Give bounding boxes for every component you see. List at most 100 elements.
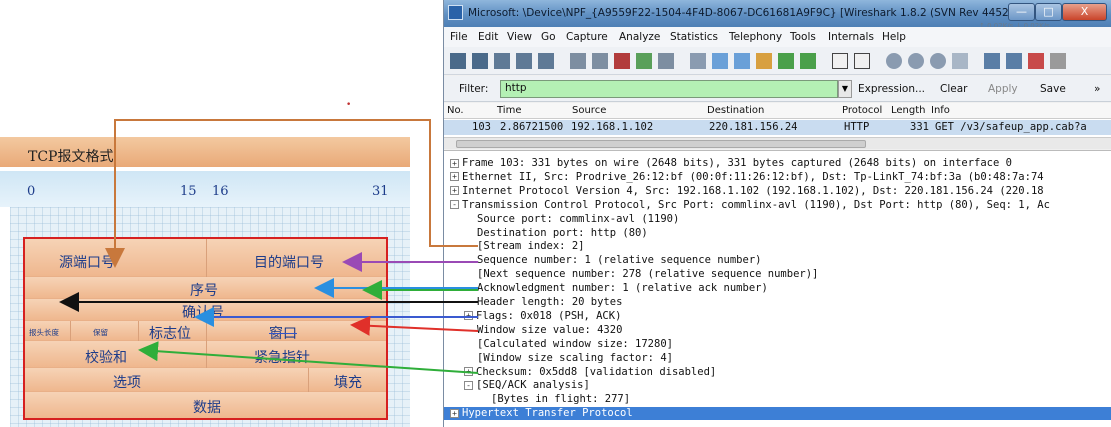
detail-line[interactable]: - [SEQ/ACK analysis]	[444, 379, 1111, 392]
field-padding: 填充	[334, 375, 362, 391]
col-header-no[interactable]: No.	[447, 105, 464, 116]
maximize-button[interactable]: □	[1035, 3, 1062, 21]
save-file-icon[interactable]	[592, 53, 608, 69]
expand-icon[interactable]: +	[464, 367, 473, 376]
open-file-icon[interactable]	[570, 53, 586, 69]
detail-line[interactable]: Acknowledgment number: 1 (relative ack n…	[444, 282, 1111, 295]
packet-destination: 220.181.156.24	[709, 121, 798, 133]
expand-icon[interactable]: +	[450, 172, 459, 182]
last-packet-icon[interactable]	[800, 53, 816, 69]
detail-line[interactable]: [Bytes in flight: 277]	[444, 393, 1111, 406]
detail-line[interactable]: + Frame 103: 331 bytes on wire (2648 bits…	[444, 157, 1111, 170]
filter-dropdown-button[interactable]: ▼	[838, 80, 852, 98]
first-packet-icon[interactable]	[778, 53, 794, 69]
detail-text: Window size value: 4320	[477, 323, 623, 336]
close-button[interactable]: X	[1062, 3, 1107, 21]
detail-line[interactable]: + Ethernet II, Src: Prodrive_26:12:bf (00…	[444, 171, 1111, 184]
collapse-icon[interactable]: -	[464, 380, 473, 390]
options-icon[interactable]	[472, 53, 488, 69]
menu-capture[interactable]: Capture	[566, 31, 608, 43]
menu-go[interactable]: Go	[541, 31, 556, 43]
detail-line[interactable]: [Window size scaling factor: 4]	[444, 352, 1111, 365]
restart-capture-icon[interactable]	[538, 53, 554, 69]
zoom-in-icon[interactable]	[886, 53, 902, 69]
col-header-source[interactable]: Source	[572, 105, 606, 116]
menu-statistics[interactable]: Statistics	[670, 31, 718, 43]
field-source-port: 源端口号	[59, 255, 115, 271]
detail-line[interactable]: Header length: 20 bytes	[444, 296, 1111, 309]
detail-line[interactable]: + Checksum: 0x5dd8 [validation disabled]	[444, 366, 1111, 379]
expand-icon[interactable]: +	[450, 158, 459, 168]
detail-line[interactable]: Sequence number: 1 (relative sequence nu…	[444, 254, 1111, 267]
col-header-protocol[interactable]: Protocol	[842, 105, 882, 116]
window-titlebar[interactable]: Microsoft: \Device\NPF_{A9559F22-1504-4F…	[444, 0, 1111, 30]
forward-icon[interactable]	[734, 53, 750, 69]
packet-length: 331	[910, 121, 929, 133]
expand-icon[interactable]: +	[450, 408, 459, 418]
stop-capture-icon[interactable]	[516, 53, 532, 69]
col-header-time[interactable]: Time	[497, 105, 521, 116]
divider	[206, 321, 207, 341]
resize-columns-icon[interactable]	[952, 53, 968, 69]
find-icon[interactable]	[690, 53, 706, 69]
detail-line[interactable]: + Flags: 0x018 (PSH, ACK)	[444, 310, 1111, 323]
apply-button[interactable]: Apply	[988, 83, 1018, 95]
auto-scroll-icon[interactable]	[854, 53, 870, 69]
clear-button[interactable]: Clear	[940, 83, 967, 95]
col-header-info[interactable]: Info	[931, 105, 950, 116]
scrollbar-thumb[interactable]	[456, 140, 866, 148]
divider	[206, 239, 207, 277]
menu-help[interactable]: Help	[882, 31, 906, 43]
detail-line[interactable]: + Hypertext Transfer Protocol	[444, 407, 1111, 421]
expand-icon[interactable]: +	[450, 186, 459, 196]
start-capture-icon[interactable]	[494, 53, 510, 69]
detail-text: Source port: commlinx-avl (1190)	[477, 212, 680, 225]
minimize-button[interactable]: —	[1008, 3, 1035, 21]
detail-text: Sequence number: 1 (relative sequence nu…	[477, 254, 762, 267]
reload-icon[interactable]	[636, 53, 652, 69]
packet-list-scrollbar[interactable]	[444, 137, 1111, 149]
packet-list-header: No. Time Source Destination Protocol Len…	[444, 103, 1111, 119]
col-header-length[interactable]: Length	[891, 105, 926, 116]
divider	[70, 321, 71, 341]
interfaces-icon[interactable]	[450, 53, 466, 69]
display-filters-icon[interactable]	[1006, 53, 1022, 69]
coloring-rules-icon[interactable]	[1028, 53, 1044, 69]
expression-button[interactable]: Expression...	[858, 83, 925, 95]
packet-row[interactable]: 103 2.86721500 192.168.1.102 220.181.156…	[444, 120, 1111, 135]
back-icon[interactable]	[712, 53, 728, 69]
display-filter-input[interactable]: http	[500, 80, 838, 98]
zoom-normal-icon[interactable]	[930, 53, 946, 69]
detail-text: Frame 103: 331 bytes on wire (2648 bits)…	[462, 157, 1012, 169]
detail-line[interactable]: Destination port: http (80)	[444, 227, 1111, 240]
col-header-destination[interactable]: Destination	[707, 105, 764, 116]
menu-view[interactable]: View	[507, 31, 532, 43]
zoom-out-icon[interactable]	[908, 53, 924, 69]
detail-line[interactable]: [Stream index: 2]	[444, 240, 1111, 253]
menu-analyze[interactable]: Analyze	[619, 31, 660, 43]
menu-internals[interactable]: Internals	[828, 31, 874, 43]
detail-line[interactable]: - Transmission Control Protocol, Src Port…	[444, 199, 1111, 212]
detail-line[interactable]: + Internet Protocol Version 4, Src: 192.1…	[444, 185, 1111, 198]
detail-line[interactable]: Source port: commlinx-avl (1190)	[444, 213, 1111, 226]
save-button[interactable]: Save	[1040, 83, 1066, 95]
detail-line[interactable]: Window size value: 4320	[444, 324, 1111, 337]
colorize-icon[interactable]	[832, 53, 848, 69]
bit-label-16: 16	[212, 184, 229, 199]
more-button[interactable]: »	[1094, 83, 1100, 95]
detail-text: [Calculated window size: 17280]	[477, 337, 673, 350]
detail-text: Transmission Control Protocol, Src Port:…	[462, 198, 1050, 211]
expand-icon[interactable]: +	[464, 311, 473, 321]
print-icon[interactable]	[658, 53, 674, 69]
menu-telephony[interactable]: Telephony	[729, 31, 782, 43]
detail-line[interactable]: [Calculated window size: 17280]	[444, 338, 1111, 351]
menu-file[interactable]: File	[450, 31, 468, 43]
capture-filters-icon[interactable]	[984, 53, 1000, 69]
detail-line[interactable]: [Next sequence number: 278 (relative seq…	[444, 268, 1111, 281]
go-to-packet-icon[interactable]	[756, 53, 772, 69]
preferences-icon[interactable]	[1050, 53, 1066, 69]
menu-tools[interactable]: Tools	[790, 31, 816, 43]
close-file-icon[interactable]	[614, 53, 630, 69]
menu-edit[interactable]: Edit	[478, 31, 498, 43]
collapse-icon[interactable]: -	[450, 200, 459, 210]
